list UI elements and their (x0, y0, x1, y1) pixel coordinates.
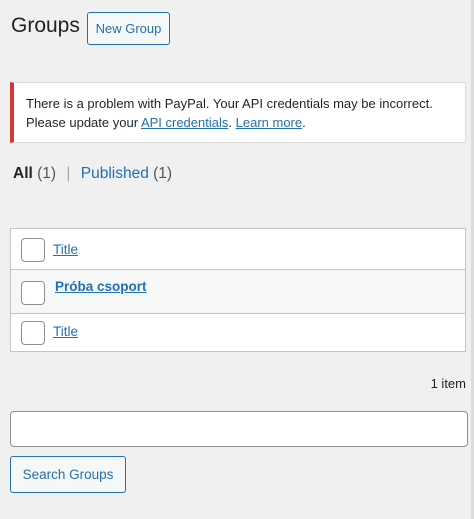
page-header: Groups (11, 12, 80, 40)
api-credentials-link[interactable]: API credentials (141, 115, 228, 130)
groups-table: Title Próba csoport Title (10, 228, 466, 352)
status-filters: All (1) | Published (1) (13, 165, 172, 183)
page-title: Groups (11, 14, 80, 37)
new-group-button[interactable]: New Group (87, 12, 170, 45)
table-header-row: Title (11, 229, 465, 270)
filter-all-count: (1) (37, 165, 57, 182)
row-checkbox[interactable] (21, 281, 45, 305)
filter-separator: | (66, 165, 71, 182)
item-count: 1 item (430, 376, 466, 391)
search-groups-button[interactable]: Search Groups (10, 456, 126, 493)
filter-published[interactable]: Published (81, 165, 149, 182)
filter-published-count: (1) (153, 165, 173, 182)
notice-end: . (302, 115, 306, 130)
title-column-footer[interactable]: Title (53, 324, 78, 339)
filter-all[interactable]: All (13, 165, 33, 182)
select-all-checkbox[interactable] (21, 238, 45, 262)
paypal-error-notice: There is a problem with PayPal. Your API… (10, 82, 466, 143)
notice-separator: . (228, 115, 232, 130)
table-footer-row: Title (11, 313, 465, 351)
search-input[interactable] (10, 411, 468, 447)
group-title-link[interactable]: Próba csoport (55, 279, 147, 294)
learn-more-link[interactable]: Learn more (236, 115, 302, 130)
select-all-checkbox-footer[interactable] (21, 321, 45, 345)
table-row: Próba csoport (11, 270, 465, 313)
title-column-header[interactable]: Title (53, 242, 78, 257)
